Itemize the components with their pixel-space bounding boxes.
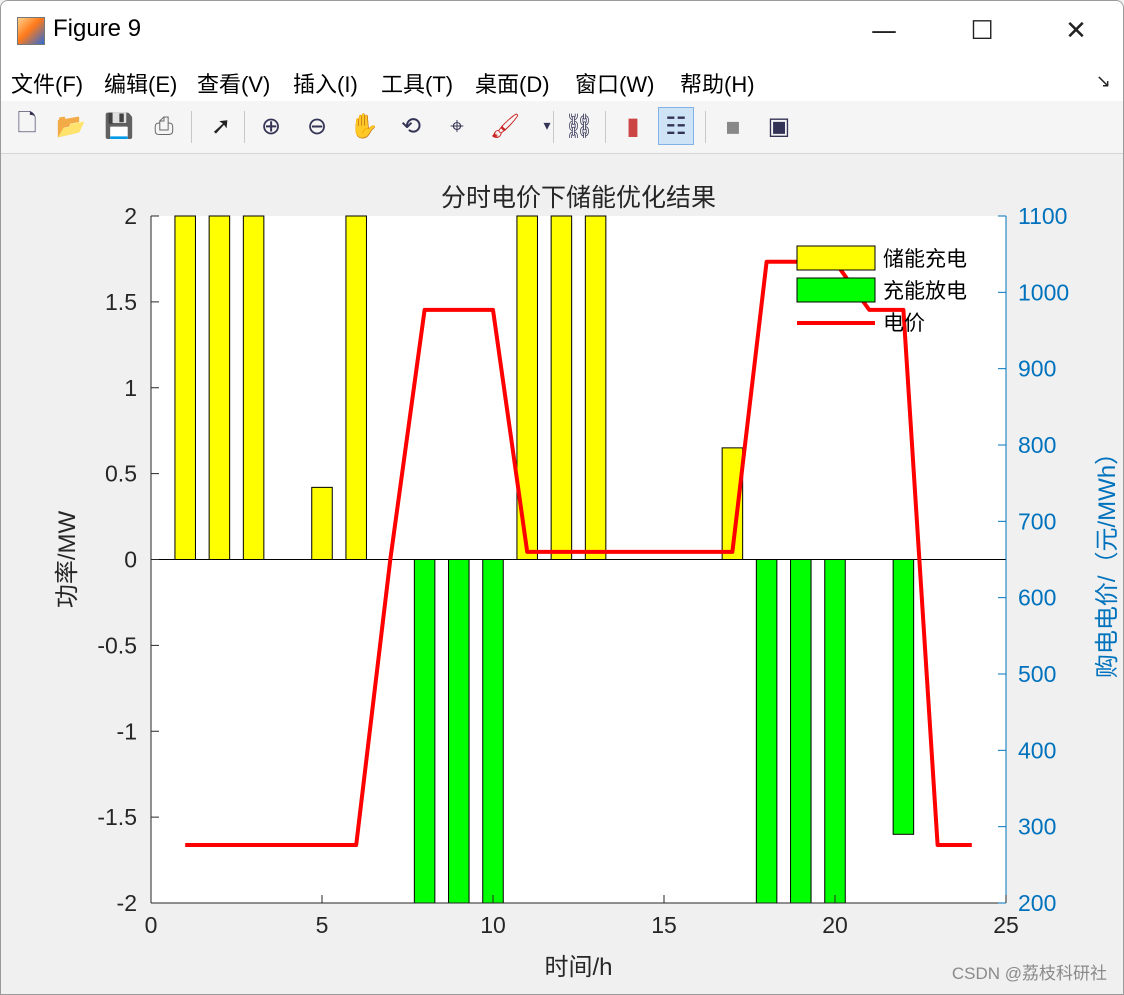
legend-swatch-charge bbox=[796, 245, 876, 271]
discharge-bar bbox=[482, 559, 504, 904]
legend-label-charge: 储能充电 bbox=[883, 248, 967, 271]
show-plot-tools-icon[interactable]: ▣ bbox=[761, 107, 797, 145]
y-tick-label: 1.5 bbox=[105, 289, 137, 315]
y-axis-label-left: 功率/MW bbox=[54, 510, 81, 608]
y-right-tick-label: 600 bbox=[1018, 585, 1056, 611]
figure-toolbar: 🗋 📂 💾 ⎙ ➚ ⊕ ⊖ ✋ ⟲ ⌖ 🖌 ▾ ⛓ ▮ ☷ ▪ ▣ bbox=[1, 101, 1123, 154]
colorbar-icon[interactable]: ▮ bbox=[615, 107, 651, 145]
discharge-bar bbox=[448, 559, 470, 904]
menu-file[interactable]: 文件(F) bbox=[11, 67, 83, 99]
chart-title: 分时电价下储能优化结果 bbox=[441, 184, 716, 212]
discharge-bar bbox=[790, 559, 812, 904]
discharge-bar bbox=[892, 559, 915, 835]
discharge-bar bbox=[413, 559, 436, 904]
x-tick-label: 0 bbox=[145, 912, 158, 938]
close-button[interactable]: ✕ bbox=[1053, 9, 1099, 53]
legend-label-price: 电价 bbox=[883, 312, 925, 335]
y-tick-label: 1 bbox=[124, 375, 137, 401]
brush-icon[interactable]: 🖌 bbox=[487, 107, 523, 145]
y-tick-label: -1.5 bbox=[97, 804, 137, 830]
open-file-icon[interactable]: 📂 bbox=[53, 107, 89, 145]
y-tick-label: 0.5 bbox=[105, 461, 137, 487]
x-tick-label: 10 bbox=[480, 912, 506, 938]
select-arrow-icon[interactable]: ➚ bbox=[203, 107, 239, 145]
discharge-bar bbox=[755, 559, 778, 904]
y-tick-label: -2 bbox=[117, 890, 137, 916]
brush-dropdown-icon[interactable]: ▾ bbox=[529, 107, 565, 145]
hide-plot-tools-icon[interactable]: ▪ bbox=[715, 107, 751, 145]
charge-bar bbox=[584, 215, 607, 560]
charge-bar bbox=[242, 215, 265, 560]
chart-svg[interactable]: 0 5 10 15 20 25 -2 -1.5 -1 -0.5 0 0.5 1 1.5 2 200 300 400… bbox=[1, 154, 1124, 995]
matlab-icon bbox=[17, 17, 45, 45]
y-axis-label-right: 购电电价/（元/MWh） bbox=[1094, 441, 1121, 678]
x-tick-label: 15 bbox=[651, 912, 677, 938]
menu-window[interactable]: 窗口(W) bbox=[575, 67, 654, 99]
y-right-tick-label: 800 bbox=[1018, 432, 1056, 458]
y-right-tick-label: 1000 bbox=[1018, 279, 1069, 305]
pan-hand-icon[interactable]: ✋ bbox=[346, 107, 382, 145]
data-cursor-icon[interactable]: ⌖ bbox=[439, 107, 475, 145]
x-tick-label: 5 bbox=[316, 912, 329, 938]
minimize-button[interactable]: — bbox=[861, 9, 907, 53]
legend-swatch-discharge bbox=[796, 277, 876, 303]
menu-desktop[interactable]: 桌面(D) bbox=[475, 67, 550, 99]
y-right-tick-label: 200 bbox=[1018, 890, 1056, 916]
menu-bar: 文件(F) 编辑(E) 查看(V) 插入(I) 工具(T) 桌面(D) 窗口(W… bbox=[1, 61, 1123, 101]
x-axis-label: 时间/h bbox=[544, 954, 612, 981]
menu-edit[interactable]: 编辑(E) bbox=[104, 67, 177, 99]
charge-bar bbox=[345, 215, 367, 560]
y-tick-label: -0.5 bbox=[97, 632, 137, 658]
y-right-tick-label: 700 bbox=[1018, 508, 1056, 534]
y-right-tick-label: 400 bbox=[1018, 737, 1056, 763]
menu-help[interactable]: 帮助(H) bbox=[680, 67, 755, 99]
legend-icon[interactable]: ☷ bbox=[658, 107, 694, 145]
y-right-tick-label: 900 bbox=[1018, 356, 1056, 382]
discharge-bar bbox=[824, 559, 846, 904]
y-right-tick-label: 500 bbox=[1018, 661, 1056, 687]
legend-label-discharge: 充能放电 bbox=[883, 280, 967, 303]
maximize-button[interactable]: ☐ bbox=[959, 9, 1005, 53]
y-right-tick-label: 1100 bbox=[1018, 203, 1067, 229]
link-plot-icon[interactable]: ⛓ bbox=[561, 107, 597, 145]
y-tick-label: 0 bbox=[124, 547, 137, 573]
new-figure-icon[interactable]: 🗋 bbox=[9, 107, 45, 145]
x-tick-label: 25 bbox=[993, 912, 1019, 938]
zoom-in-icon[interactable]: ⊕ bbox=[253, 107, 289, 145]
figure-window: Figure 9 — ☐ ✕ 文件(F) 编辑(E) 查看(V) 插入(I) 工… bbox=[0, 0, 1124, 995]
watermark-text: CSDN @荔枝科研社 bbox=[951, 964, 1107, 983]
x-tick-label: 20 bbox=[822, 912, 848, 938]
zoom-out-icon[interactable]: ⊖ bbox=[299, 107, 335, 145]
print-icon[interactable]: ⎙ bbox=[146, 107, 182, 145]
charge-bar bbox=[550, 215, 573, 560]
y-tick-label: 2 bbox=[124, 203, 137, 229]
charge-bar bbox=[208, 215, 231, 560]
figure-canvas: 0 5 10 15 20 25 -2 -1.5 -1 -0.5 0 0.5 1 1.5 2 200 300 400… bbox=[1, 154, 1124, 995]
menu-view[interactable]: 查看(V) bbox=[197, 67, 270, 99]
rotate-3d-icon[interactable]: ⟲ bbox=[393, 107, 429, 145]
window-title: Figure 9 bbox=[53, 15, 142, 42]
menu-overflow-icon[interactable]: ↘ bbox=[1096, 71, 1111, 92]
charge-bar bbox=[174, 215, 196, 560]
menu-insert[interactable]: 插入(I) bbox=[293, 67, 358, 99]
charge-bar bbox=[311, 486, 333, 560]
menu-tools[interactable]: 工具(T) bbox=[381, 67, 453, 99]
y-right-tick-label: 300 bbox=[1018, 814, 1056, 840]
save-icon[interactable]: 💾 bbox=[101, 107, 137, 145]
title-bar: Figure 9 — ☐ ✕ bbox=[1, 1, 1123, 61]
y-tick-label: -1 bbox=[117, 718, 137, 744]
